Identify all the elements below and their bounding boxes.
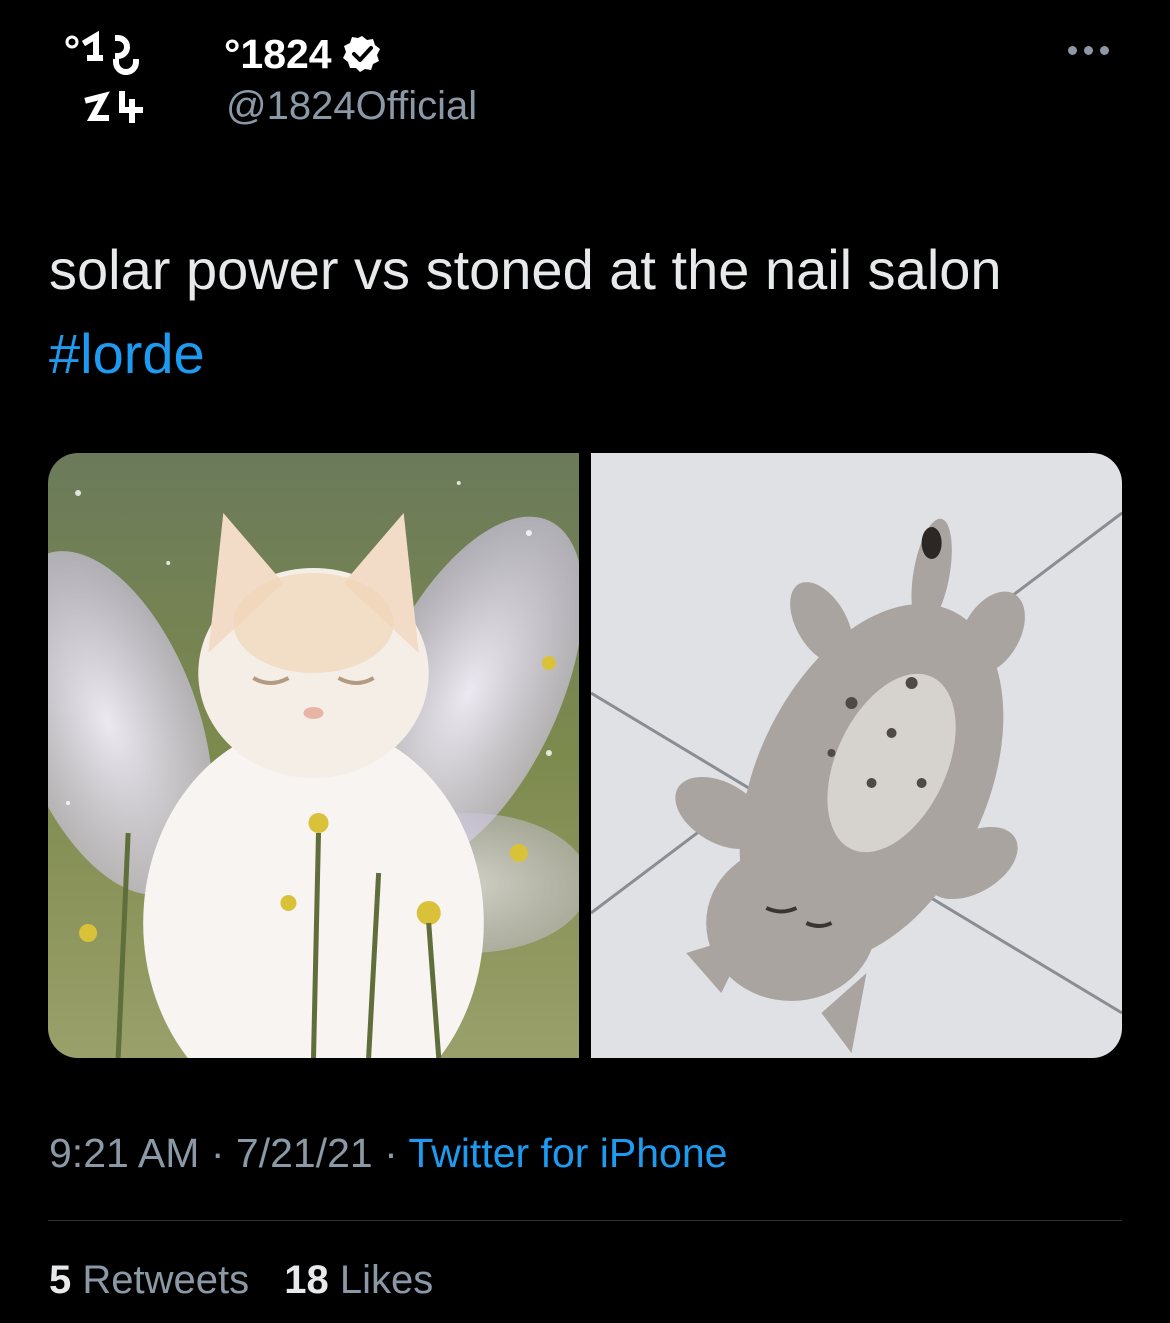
verified-badge-icon	[342, 34, 382, 74]
retweets-stat[interactable]: 5 Retweets	[49, 1258, 260, 1302]
author-handle[interactable]: @1824Official	[226, 84, 477, 129]
tweet-text: solar power vs stoned at the nail salon …	[49, 228, 1139, 396]
meta-separator: ·	[384, 1130, 398, 1176]
hashtag-link[interactable]: #lorde	[49, 322, 205, 385]
likes-count: 18	[284, 1258, 329, 1302]
display-name[interactable]: °1824	[224, 31, 332, 78]
tweet-date[interactable]: 7/21/21	[236, 1130, 373, 1176]
likes-label: Likes	[339, 1258, 434, 1302]
more-options-icon[interactable]	[1068, 40, 1114, 60]
lying-cat-image[interactable]	[591, 453, 1122, 1058]
retweets-count: 5	[49, 1258, 72, 1302]
tweet-meta: 9:21 AM · 7/21/21 · Twitter for iPhone	[49, 1130, 727, 1177]
author-name-row[interactable]: °1824	[224, 28, 382, 80]
tweet-stats: 5 Retweets 18 Likes	[49, 1258, 457, 1303]
tweet-time[interactable]: 9:21 AM	[49, 1130, 199, 1176]
fairy-cat-image[interactable]	[48, 453, 579, 1058]
likes-stat[interactable]: 18 Likes	[284, 1258, 433, 1302]
tweet-body: solar power vs stoned at the nail salon	[49, 238, 1002, 301]
retweets-label: Retweets	[82, 1258, 250, 1302]
divider	[48, 1220, 1122, 1221]
media-grid	[48, 453, 1122, 1058]
tweet-source-link[interactable]: Twitter for iPhone	[408, 1130, 727, 1176]
meta-separator: ·	[210, 1130, 225, 1176]
1824-logo-avatar[interactable]	[60, 28, 180, 138]
